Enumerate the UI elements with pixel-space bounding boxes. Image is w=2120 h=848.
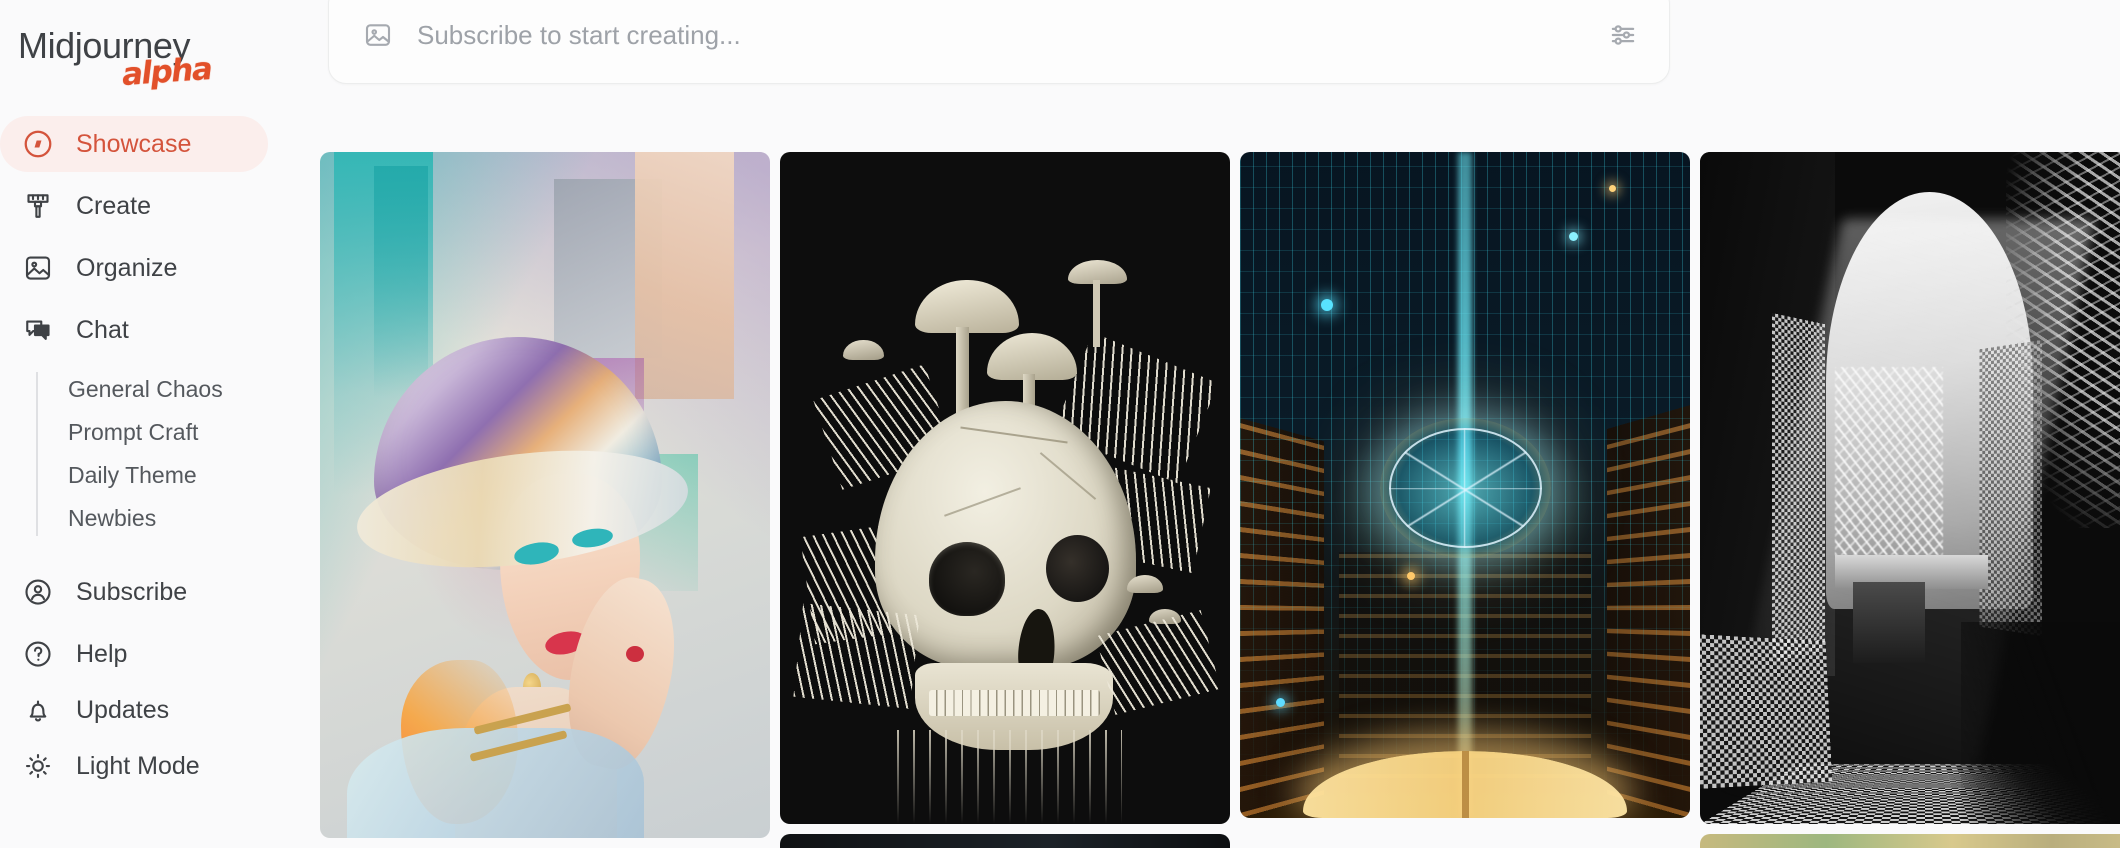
sidebar-item-subscribe[interactable]: Subscribe [0, 564, 268, 620]
image-icon [22, 252, 54, 284]
art-shape [1700, 633, 1833, 789]
art-shape [1321, 298, 1333, 311]
art-shape [793, 603, 920, 709]
gallery-card-cubist-woman-portrait[interactable] [320, 152, 770, 838]
gallery-card-digital-library-orb[interactable] [1240, 152, 1690, 818]
sidebar-subitem-label: General Chaos [68, 376, 223, 402]
prompt-input[interactable] [417, 19, 1603, 51]
main-content [300, 0, 2120, 848]
art-shape [915, 279, 1019, 334]
sidebar-subitem-label: Newbies [68, 505, 157, 531]
question-circle-icon [22, 638, 54, 670]
art-shape [347, 728, 644, 838]
sidebar-item-label: Create [76, 191, 152, 220]
sidebar-item-label: Updates [76, 695, 170, 724]
sidebar-item-label: Showcase [76, 129, 192, 158]
sidebar-item-light-mode[interactable]: Light Mode [0, 738, 268, 794]
sidebar-nav: Showcase Create Organize Chat General Ch… [0, 116, 300, 794]
sidebar-subitem-general-chaos[interactable]: General Chaos [68, 368, 300, 411]
user-circle-icon [22, 576, 54, 608]
gallery-card-mushroom-skull-ink[interactable] [780, 152, 1230, 824]
sidebar-item-updates[interactable]: Updates [0, 682, 268, 738]
sidebar-item-label: Organize [76, 253, 178, 282]
sidebar-item-label: Light Mode [76, 751, 200, 780]
art-shape [1126, 575, 1163, 593]
sidebar-subitem-label: Daily Theme [68, 462, 197, 488]
sun-icon [22, 750, 54, 782]
gallery-column [1240, 152, 1690, 848]
art-shape [928, 689, 1100, 717]
sidebar-item-chat[interactable]: Chat [0, 302, 268, 358]
art-shape [897, 729, 1122, 824]
app-root: Midjourney alpha Showcase Create Organiz… [0, 0, 2120, 848]
art-shape [1961, 622, 2120, 824]
art-shape [1568, 231, 1578, 241]
chat-subitems: General Chaos Prompt Craft Daily Theme N… [0, 368, 300, 540]
art-shape [1853, 582, 1925, 663]
art-shape [1406, 571, 1415, 580]
sidebar-item-label: Subscribe [76, 577, 188, 606]
gallery-card-bw-arch-light-study[interactable] [1700, 152, 2120, 824]
nav-gap [0, 544, 300, 564]
sidebar-item-label: Help [76, 639, 128, 668]
brand-alpha-tag: alpha [120, 50, 213, 94]
art-shape [1388, 428, 1542, 549]
sidebar-item-help[interactable]: Help [0, 626, 268, 682]
chat-bubbles-icon [22, 314, 54, 346]
sidebar-subitem-label: Prompt Craft [68, 419, 199, 445]
showcase-gallery [320, 152, 2120, 848]
gallery-card-gold-green-partial[interactable] [1700, 834, 2120, 848]
art-shape [955, 326, 969, 421]
sidebar-subitem-prompt-craft[interactable]: Prompt Craft [68, 411, 300, 454]
prompt-bar[interactable] [328, 0, 1670, 84]
art-shape [1092, 279, 1100, 347]
sidebar: Midjourney alpha Showcase Create Organiz… [0, 0, 300, 848]
art-shape [1462, 751, 1469, 818]
paintbrush-icon [22, 190, 54, 222]
image-icon [361, 18, 395, 52]
sliders-settings-icon[interactable] [1603, 15, 1643, 55]
sidebar-item-organize[interactable]: Organize [0, 240, 268, 296]
sidebar-subitem-daily-theme[interactable]: Daily Theme [68, 454, 300, 497]
art-shape [2006, 152, 2120, 529]
gallery-card-dark-artwork-partial[interactable] [780, 834, 1230, 848]
gallery-column [1700, 152, 2120, 848]
compass-icon [22, 128, 54, 160]
art-shape [928, 541, 1005, 616]
sidebar-item-create[interactable]: Create [0, 178, 268, 234]
top-bar [300, 0, 2120, 120]
sidebar-item-showcase[interactable]: Showcase [0, 116, 268, 172]
brand-logo[interactable]: Midjourney alpha [0, 20, 300, 102]
gallery-column [320, 152, 770, 848]
sidebar-item-label: Chat [76, 315, 129, 344]
art-shape [843, 340, 884, 361]
gallery-column [780, 152, 1230, 848]
sidebar-subitem-newbies[interactable]: Newbies [68, 497, 300, 540]
bell-icon [22, 694, 54, 726]
art-shape [374, 165, 428, 399]
art-shape [635, 152, 734, 399]
art-shape [1045, 535, 1109, 603]
